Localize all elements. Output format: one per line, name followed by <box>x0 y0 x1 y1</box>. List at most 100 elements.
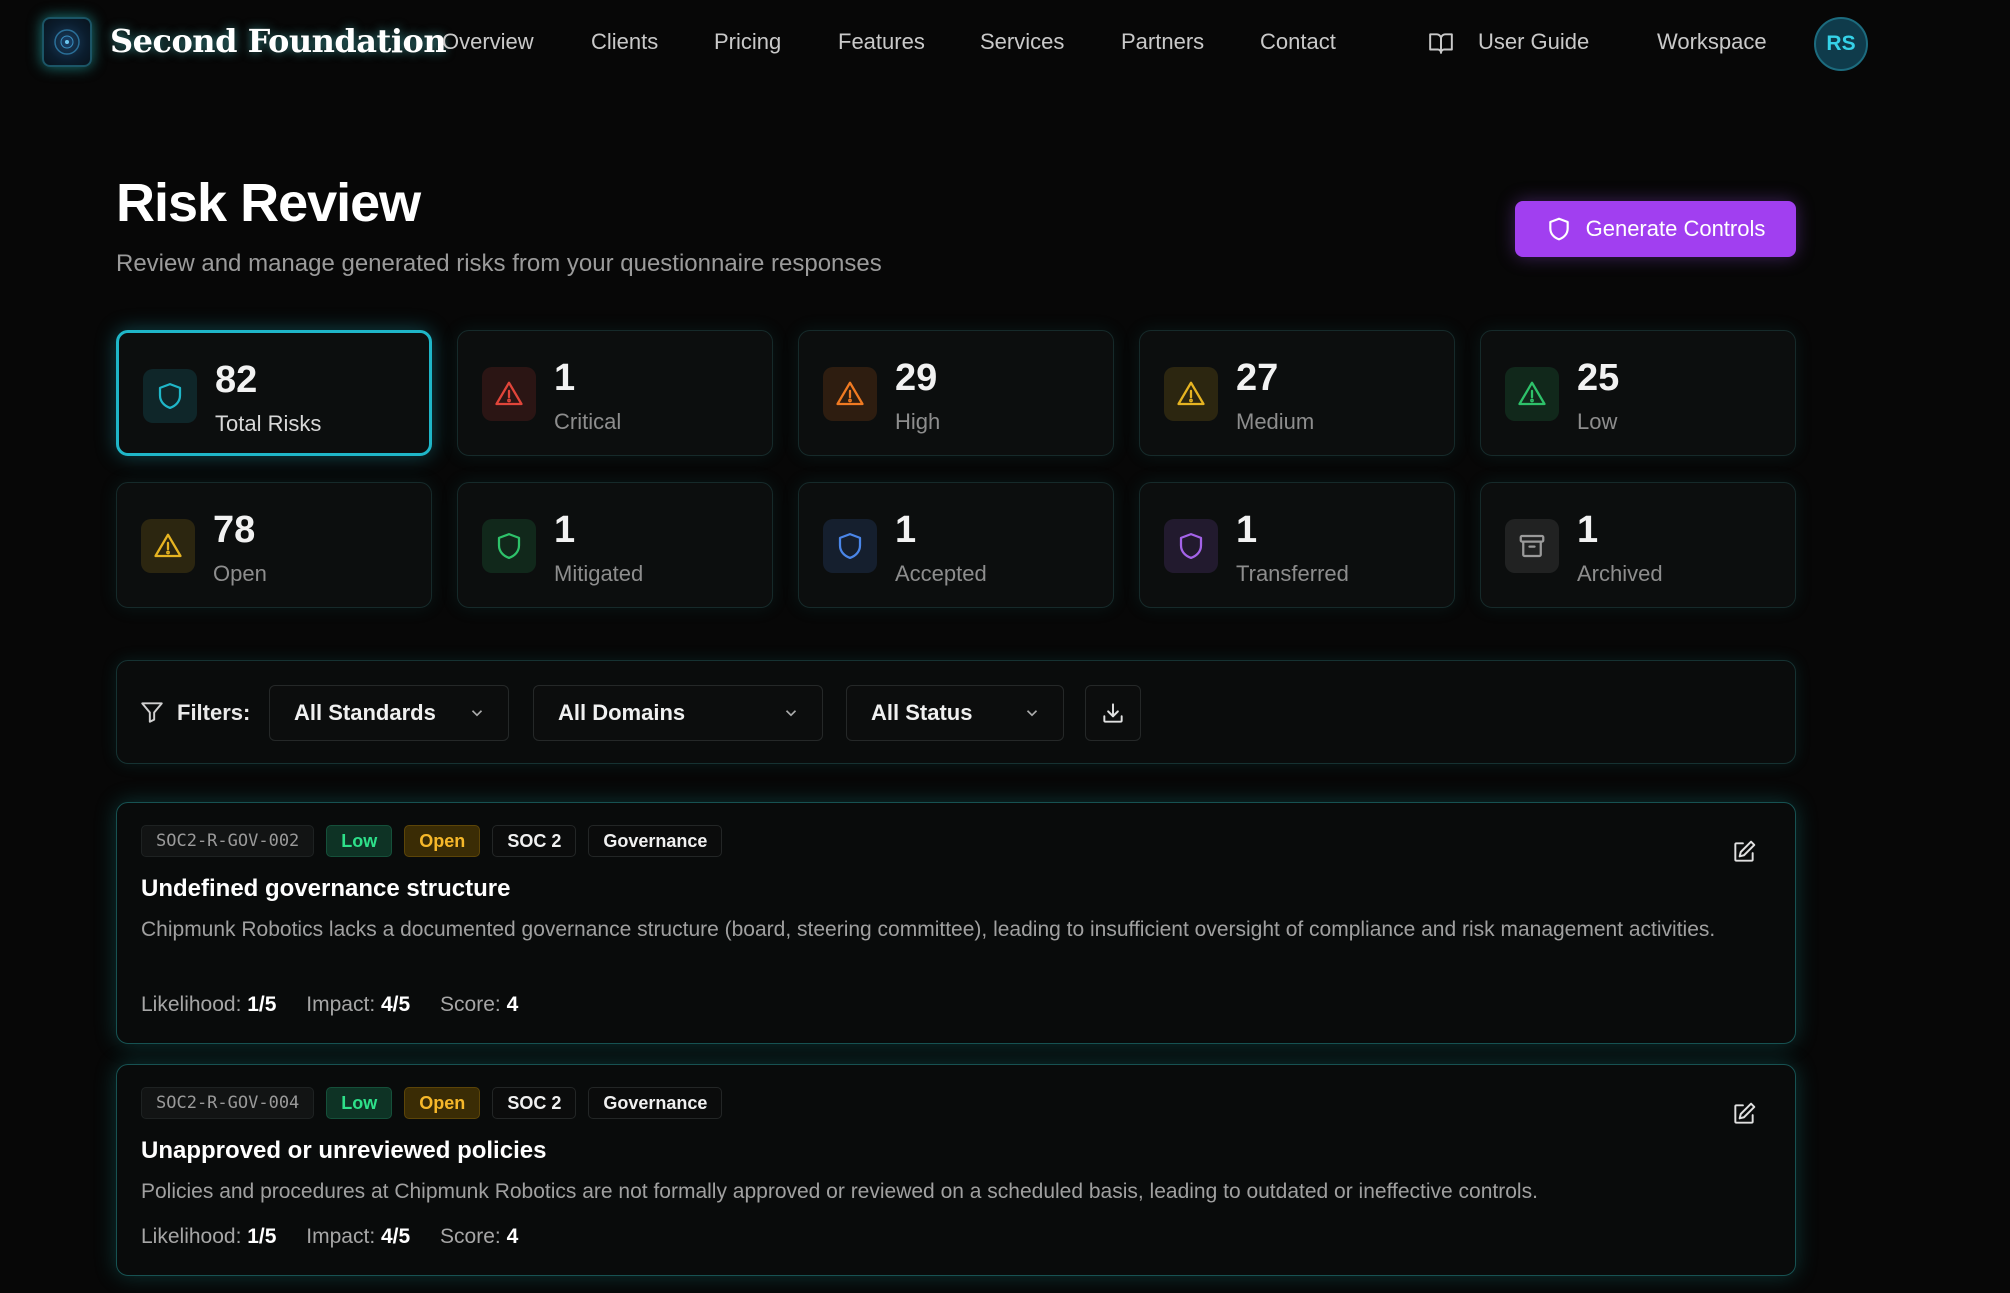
brand-name[interactable]: Second Foundation <box>110 22 447 60</box>
stat-value: 1 <box>554 509 576 551</box>
stat-card-high[interactable]: 29 High <box>798 330 1114 456</box>
warning-icon <box>1177 381 1205 406</box>
nav-link-contact[interactable]: Contact <box>1260 29 1336 55</box>
impact-value: 4/5 <box>381 1225 411 1248</box>
risk-id-tag: SOC2-R-GOV-004 <box>141 1087 315 1119</box>
warning-icon <box>836 381 864 406</box>
generate-controls-label: Generate Controls <box>1585 216 1766 241</box>
risk-tags: SOC2-R-GOV-002 Low Open SOC 2 Governance <box>141 825 723 857</box>
standards-select-value: All Standards <box>294 700 436 725</box>
stat-icon-tile <box>1164 367 1218 421</box>
stat-value: 1 <box>1236 509 1258 551</box>
domains-select-value: All Domains <box>558 700 686 725</box>
standards-select[interactable]: All Standards <box>269 685 509 741</box>
stat-card-archived[interactable]: 1 Archived <box>1480 482 1796 608</box>
stat-label: Total Risks <box>215 411 322 436</box>
stat-value: 78 <box>213 509 256 551</box>
risk-card[interactable]: SOC2-R-GOV-002 Low Open SOC 2 Governance… <box>116 802 1796 1044</box>
download-button[interactable] <box>1085 685 1141 741</box>
stat-icon-tile <box>482 367 536 421</box>
impact-value: 4/5 <box>381 993 411 1016</box>
stat-card-critical[interactable]: 1 Critical <box>457 330 773 456</box>
shield-icon <box>497 533 521 559</box>
stat-icon-tile <box>1505 519 1559 573</box>
stat-label: Accepted <box>895 561 987 586</box>
edit-icon[interactable] <box>1731 839 1757 865</box>
score-label: Score: <box>440 1225 501 1248</box>
stat-card-transferred[interactable]: 1 Transferred <box>1139 482 1455 608</box>
brand-logo[interactable] <box>42 17 92 67</box>
stat-icon-tile <box>143 369 197 423</box>
stat-icon-tile <box>823 519 877 573</box>
nav-link-overview[interactable]: Overview <box>442 29 534 55</box>
standard-tag: SOC 2 <box>492 1087 577 1119</box>
stat-card-medium[interactable]: 27 Medium <box>1139 330 1455 456</box>
user-avatar[interactable]: RS <box>1814 17 1868 71</box>
stat-label: Transferred <box>1236 561 1349 586</box>
nav-link-user-guide[interactable]: User Guide <box>1478 29 1589 55</box>
nav-link-clients[interactable]: Clients <box>591 29 658 55</box>
standard-tag: SOC 2 <box>492 825 577 857</box>
nav-link-features[interactable]: Features <box>838 29 925 55</box>
status-badge: Open <box>404 825 481 857</box>
stat-label: High <box>895 409 941 434</box>
page-title: Risk Review <box>116 173 421 233</box>
stat-value: 1 <box>554 357 576 399</box>
stat-label: Open <box>213 561 267 586</box>
risk-description: Chipmunk Robotics lacks a documented gov… <box>141 918 1716 941</box>
stat-card-total-risks[interactable]: 82 Total Risks <box>116 330 432 456</box>
score-value: 4 <box>506 1225 519 1248</box>
nav-link-partners[interactable]: Partners <box>1121 29 1204 55</box>
archive-icon <box>1519 534 1545 558</box>
top-nav: Second Foundation Overview Clients Prici… <box>0 0 2010 86</box>
stat-value: 82 <box>215 359 258 401</box>
impact-label: Impact: <box>306 1225 376 1248</box>
impact-label: Impact: <box>306 993 376 1016</box>
filter-bar: Filters: All Standards All Domains All S… <box>116 660 1796 764</box>
risk-metrics: Likelihood: 1/5 Impact: 4/5 Score: 4 <box>141 993 542 1017</box>
nav-link-workspace[interactable]: Workspace <box>1657 29 1767 55</box>
nav-link-pricing[interactable]: Pricing <box>714 29 781 55</box>
stat-value: 27 <box>1236 357 1279 399</box>
status-badge: Open <box>404 1087 481 1119</box>
likelihood-label: Likelihood: <box>141 1225 242 1248</box>
domain-tag: Governance <box>588 825 723 857</box>
risk-title: Unapproved or unreviewed policies <box>141 1137 547 1164</box>
chevron-down-icon <box>471 710 483 717</box>
stat-label: Archived <box>1577 561 1663 586</box>
stat-value: 1 <box>895 509 917 551</box>
warning-icon <box>154 533 182 558</box>
chevron-down-icon <box>1026 710 1038 717</box>
stat-value: 1 <box>1577 509 1599 551</box>
domains-select[interactable]: All Domains <box>533 685 823 741</box>
shield-icon <box>838 533 862 559</box>
risk-description: Policies and procedures at Chipmunk Robo… <box>141 1180 1538 1203</box>
risk-id-tag: SOC2-R-GOV-002 <box>141 825 315 857</box>
book-icon <box>1429 33 1453 54</box>
warning-icon <box>495 381 523 406</box>
generate-controls-button[interactable]: Generate Controls <box>1515 201 1796 257</box>
chevron-down-icon <box>785 710 797 717</box>
stat-icon-tile <box>1164 519 1218 573</box>
risk-tags: SOC2-R-GOV-004 Low Open SOC 2 Governance <box>141 1087 723 1119</box>
stat-value: 25 <box>1577 357 1620 399</box>
stat-value: 29 <box>895 357 938 399</box>
logo-icon <box>54 29 80 55</box>
likelihood-value: 1/5 <box>247 993 277 1016</box>
risk-title: Undefined governance structure <box>141 875 511 902</box>
shield-icon <box>158 383 182 409</box>
risk-metrics: Likelihood: 1/5 Impact: 4/5 Score: 4 <box>141 1225 542 1249</box>
score-value: 4 <box>506 993 519 1016</box>
stat-icon-tile <box>141 519 195 573</box>
stat-label: Medium <box>1236 409 1315 434</box>
stat-card-open[interactable]: 78 Open <box>116 482 432 608</box>
stat-card-mitigated[interactable]: 1 Mitigated <box>457 482 773 608</box>
stat-label: Critical <box>554 409 622 434</box>
nav-link-services[interactable]: Services <box>980 29 1064 55</box>
stat-card-accepted[interactable]: 1 Accepted <box>798 482 1114 608</box>
status-select[interactable]: All Status <box>846 685 1064 741</box>
stat-card-low[interactable]: 25 Low <box>1480 330 1796 456</box>
edit-icon[interactable] <box>1731 1101 1757 1127</box>
shield-icon <box>1548 217 1569 241</box>
risk-card[interactable]: SOC2-R-GOV-004 Low Open SOC 2 Governance… <box>116 1064 1796 1276</box>
